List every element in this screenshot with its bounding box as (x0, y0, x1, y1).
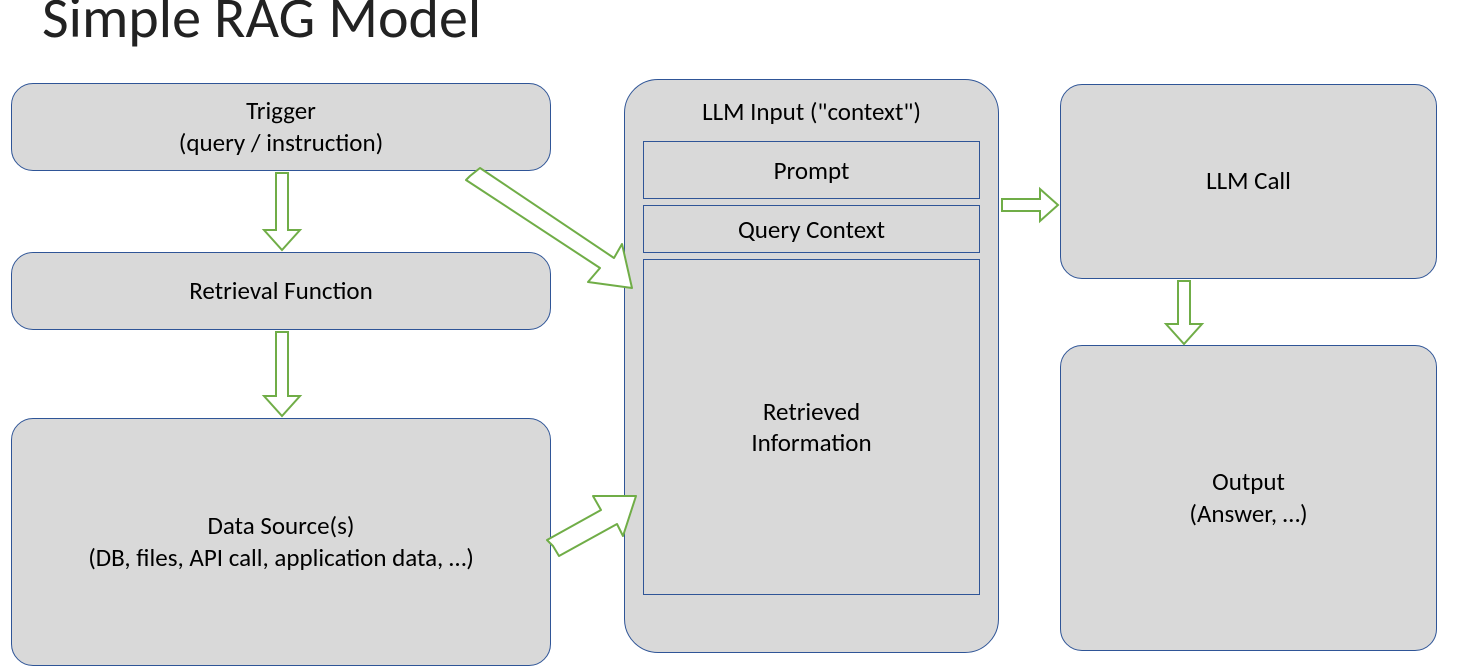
box-query-context: Query Context (643, 205, 980, 253)
arrow-context-to-llmcall (1002, 189, 1058, 221)
diagram-title: Simple RAG Model (42, 0, 481, 53)
arrow-retrieval-to-datasources (264, 332, 300, 416)
context-title: LLM Input ("context") (643, 96, 980, 127)
arrow-llmcall-to-output (1166, 281, 1202, 344)
box-trigger: Trigger (query / instruction) (11, 83, 551, 171)
box-output-line1: Output (1212, 466, 1285, 499)
box-output-line2: (Answer, …) (1189, 498, 1307, 531)
box-retrieved-line1: Retrieved (763, 396, 860, 427)
box-prompt-label: Prompt (774, 155, 850, 186)
box-query-context-label: Query Context (738, 214, 885, 245)
box-datasources-line1: Data Source(s) (208, 510, 355, 543)
box-llm-input-context: LLM Input ("context") Prompt Query Conte… (624, 79, 999, 653)
box-output: Output (Answer, …) (1060, 345, 1437, 651)
box-retrieval: Retrieval Function (11, 252, 551, 330)
box-llm-call: LLM Call (1060, 84, 1437, 279)
box-datasources-line2: (DB, files, API call, application data, … (88, 542, 474, 575)
arrow-datasources-to-context (547, 496, 636, 556)
box-retrieval-label: Retrieval Function (189, 275, 372, 308)
box-prompt: Prompt (643, 141, 980, 199)
box-trigger-line2: (query / instruction) (179, 127, 383, 160)
arrow-trigger-to-retrieval (264, 173, 300, 250)
box-retrieved-info: Retrieved Information (643, 259, 980, 595)
box-retrieved-line2: Information (751, 427, 871, 458)
box-datasources: Data Source(s) (DB, files, API call, app… (11, 418, 551, 666)
box-trigger-line1: Trigger (246, 95, 316, 128)
box-llm-call-label: LLM Call (1206, 165, 1291, 198)
